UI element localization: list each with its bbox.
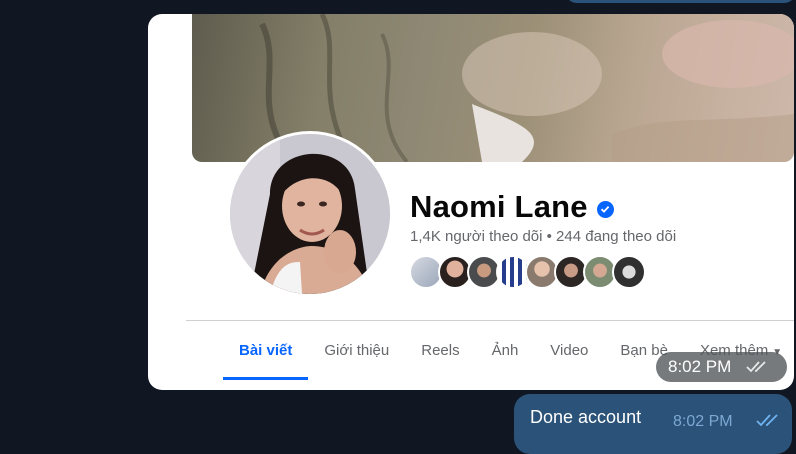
tab-label: Giới thiệu [324,342,390,359]
message-text: Done account [530,407,642,427]
previous-message-bubble [565,0,796,3]
double-check-icon [756,414,778,427]
tab-reels[interactable]: Reels [405,334,475,380]
photo-message-time-pill: 8:02 PM [656,352,787,382]
tabs-divider [186,320,794,321]
tab-label: Video [550,342,589,359]
tab-videos[interactable]: Video [534,334,604,380]
mutual-friends-avatars[interactable] [409,255,646,289]
tab-posts[interactable]: Bài viết [223,334,309,380]
profile-name: Naomi Lane [410,189,588,224]
profile-avatar[interactable] [230,134,390,294]
profile-name-row: Naomi Lane [410,187,614,227]
tab-label: Reels [421,342,460,359]
tab-label: Bài viết [239,342,293,359]
follower-stats[interactable]: 1,4K người theo dõi • 244 đang theo dõi [410,228,676,245]
outgoing-message-bubble[interactable]: Done account 8:02 PM [514,394,792,454]
tab-label: Ảnh [491,342,519,359]
tab-photos[interactable]: Ảnh [476,334,535,380]
message-time: 8:02 PM [673,413,733,430]
verified-badge-icon [596,200,614,218]
photo-message-time: 8:02 PM [668,357,732,376]
active-tab-indicator [223,377,309,380]
double-check-icon [746,361,766,373]
photo-message[interactable]: Naomi Lane 1,4K người theo dõi • 244 đan… [148,14,794,390]
tab-about[interactable]: Giới thiệu [308,334,405,380]
friend-avatar[interactable] [612,255,646,289]
